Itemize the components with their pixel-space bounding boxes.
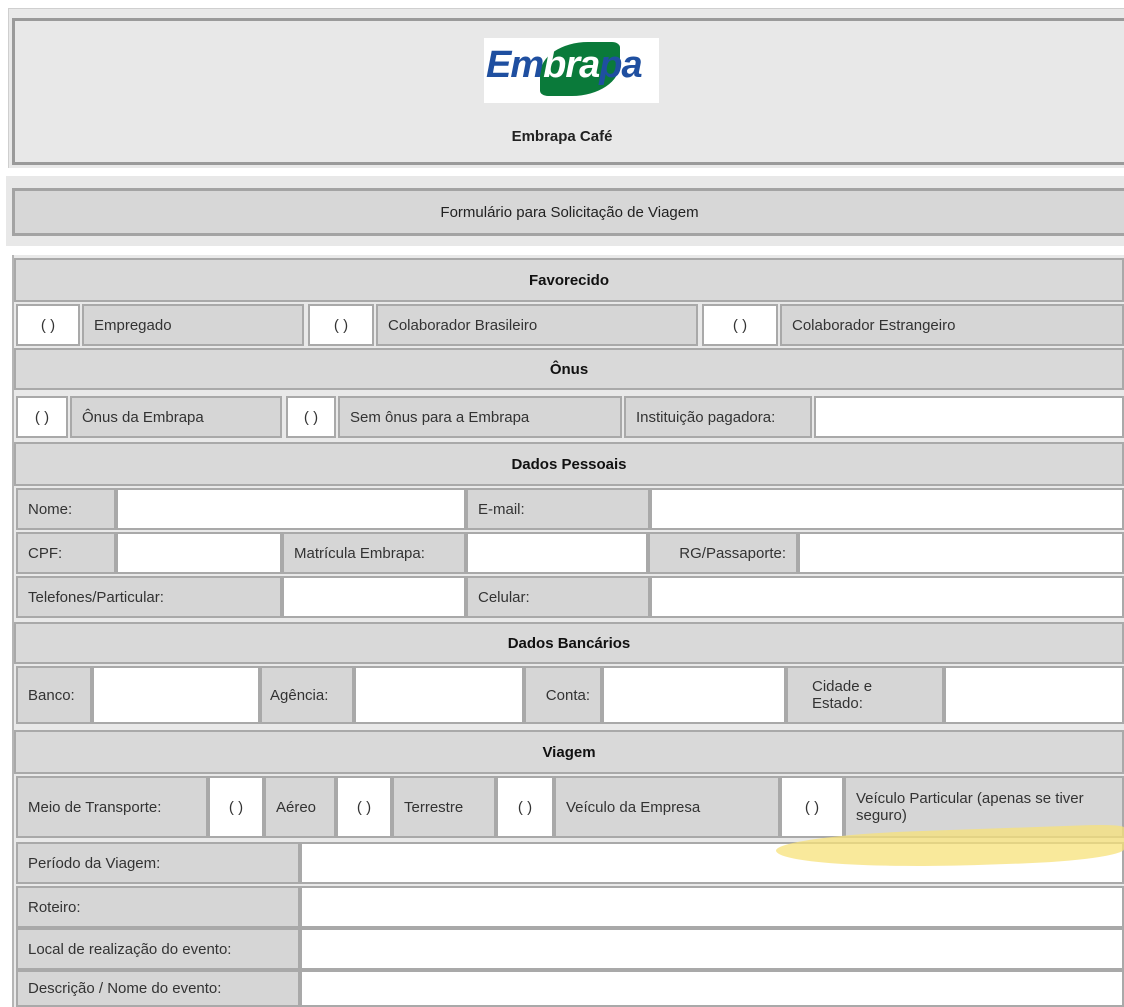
label-email: E-mail: [466, 488, 650, 530]
label-aereo: Aéreo [264, 776, 336, 838]
section-heading-viagem: Viagem [14, 730, 1124, 774]
input-banco[interactable] [92, 666, 260, 724]
label-descricao-evento: Descrição / Nome do evento: [16, 970, 300, 1007]
input-celular[interactable] [650, 576, 1124, 618]
label-rg-passaporte: RG/Passaporte: [648, 532, 798, 574]
label-banco: Banco: [16, 666, 92, 724]
label-veiculo-empresa: Veículo da Empresa [554, 776, 780, 838]
checkbox-sem-onus[interactable]: ( ) [286, 396, 336, 438]
section-heading-dados-bancarios: Dados Bancários [14, 622, 1124, 664]
label-sem-onus: Sem ônus para a Embrapa [338, 396, 622, 438]
embrapa-logo: Embrapa [484, 38, 659, 103]
section-heading-favorecido: Favorecido [14, 258, 1124, 302]
label-local-evento: Local de realização do evento: [16, 928, 300, 970]
label-nome: Nome: [16, 488, 116, 530]
input-local-evento[interactable] [300, 928, 1124, 970]
input-telefones[interactable] [282, 576, 466, 618]
label-terrestre: Terrestre [392, 776, 496, 838]
input-cidade-estado[interactable] [944, 666, 1124, 724]
form-title: Formulário para Solicitação de Viagem [12, 188, 1124, 236]
unit-name: Embrapa Café [511, 128, 613, 145]
input-cpf[interactable] [116, 532, 282, 574]
logo-wordmark: Embrapa [486, 44, 643, 86]
section-heading-onus: Ônus [14, 348, 1124, 390]
input-descricao-evento[interactable] [300, 970, 1124, 1007]
label-matricula: Matrícula Embrapa: [282, 532, 466, 574]
input-conta[interactable] [602, 666, 786, 724]
label-cpf: CPF: [16, 532, 116, 574]
label-colaborador-brasileiro: Colaborador Brasileiro [376, 304, 698, 346]
label-meio-transporte: Meio de Transporte: [16, 776, 208, 838]
label-conta: Conta: [524, 666, 602, 724]
label-instituicao-pagadora: Instituição pagadora: [624, 396, 812, 438]
checkbox-aereo[interactable]: ( ) [208, 776, 264, 838]
input-instituicao-pagadora[interactable] [814, 396, 1124, 438]
checkbox-terrestre[interactable]: ( ) [336, 776, 392, 838]
label-roteiro: Roteiro: [16, 886, 300, 928]
input-matricula[interactable] [466, 532, 648, 574]
section-heading-dados-pessoais: Dados Pessoais [14, 442, 1124, 486]
label-onus-embrapa: Ônus da Embrapa [70, 396, 282, 438]
input-agencia[interactable] [354, 666, 524, 724]
checkbox-empregado[interactable]: ( ) [16, 304, 80, 346]
label-telefones: Telefones/Particular: [16, 576, 282, 618]
label-empregado: Empregado [82, 304, 304, 346]
checkbox-veiculo-empresa[interactable]: ( ) [496, 776, 554, 838]
input-roteiro[interactable] [300, 886, 1124, 928]
label-colaborador-estrangeiro: Colaborador Estrangeiro [780, 304, 1124, 346]
checkbox-colaborador-brasileiro[interactable]: ( ) [308, 304, 374, 346]
label-celular: Celular: [466, 576, 650, 618]
checkbox-veiculo-particular[interactable]: ( ) [780, 776, 844, 838]
label-agencia: Agência: [260, 666, 354, 724]
input-rg-passaporte[interactable] [798, 532, 1124, 574]
checkbox-onus-embrapa[interactable]: ( ) [16, 396, 68, 438]
label-periodo-viagem: Período da Viagem: [16, 842, 300, 884]
checkbox-colaborador-estrangeiro[interactable]: ( ) [702, 304, 778, 346]
input-email[interactable] [650, 488, 1124, 530]
input-nome[interactable] [116, 488, 466, 530]
label-cidade-estado: Cidade e Estado: [786, 666, 944, 724]
